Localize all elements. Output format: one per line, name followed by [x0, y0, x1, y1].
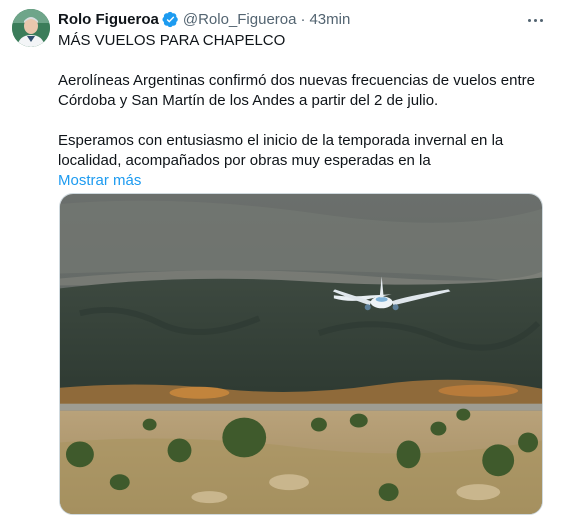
author-handle[interactable]: @Rolo_Figueroa — [183, 11, 297, 28]
tweet-text: MÁS VUELOS PARA CHAPELCO Aerolíneas Arge… — [58, 31, 548, 191]
avatar[interactable] — [12, 9, 50, 47]
more-options-icon[interactable] — [522, 9, 548, 31]
show-more-link[interactable]: Mostrar más — [58, 172, 141, 189]
tweet-card[interactable]: Rolo Figueroa @Rolo_Figueroa · 43min MÁS… — [0, 0, 576, 519]
tweet-headline: MÁS VUELOS PARA CHAPELCO — [58, 32, 286, 49]
tweet-paragraph-2: Esperamos con entusiasmo el inicio de la… — [58, 132, 504, 169]
timestamp[interactable]: 43min — [309, 11, 350, 28]
tweet-image[interactable] — [59, 193, 543, 515]
tweet-paragraph-1: Aerolíneas Argentinas confirmó dos nueva… — [58, 72, 535, 109]
tweet-header: Rolo Figueroa @Rolo_Figueroa · 43min — [58, 9, 350, 29]
author-name[interactable]: Rolo Figueroa — [58, 11, 159, 28]
verified-badge-icon — [162, 11, 179, 28]
separator-dot: · — [300, 10, 306, 28]
